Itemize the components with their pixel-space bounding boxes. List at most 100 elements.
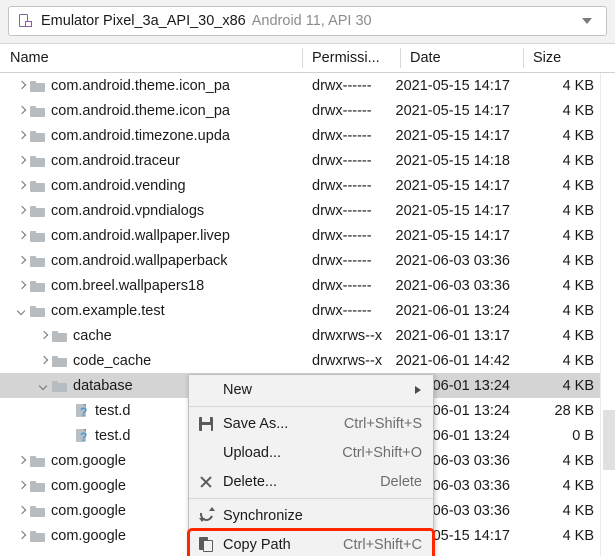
device-selector-combobox[interactable]: Emulator Pixel_3a_API_30_x86 Android 11,… [8,6,607,36]
cell-date: 2021-05-15 14:17 [395,102,511,119]
device-file-explorer-window: Emulator Pixel_3a_API_30_x86 Android 11,… [0,0,615,556]
cell-size: 4 KB [562,502,594,519]
folder-icon [52,328,68,344]
menu-item-save-as[interactable]: Save As... Ctrl+Shift+S [189,409,433,438]
column-header-permissions[interactable]: Permissi... [302,44,400,72]
folder-icon [30,103,46,119]
cell-name: com.breel.wallpapers18 [0,273,302,298]
chevron-right-icon[interactable] [14,453,30,469]
menu-item-copy-path[interactable]: Copy Path Ctrl+Shift+C [187,528,435,556]
chevron-right-icon[interactable] [14,128,30,144]
folder-icon [30,528,46,544]
cell-date: 2021-05-15 14:18 [395,152,511,169]
file-name-label: com.android.timezone.upda [51,127,230,144]
chevron-right-icon[interactable] [14,278,30,294]
file-name-label: com.android.traceur [51,152,180,169]
unknown-file-icon: ? [74,428,90,444]
cell-size: 4 KB [562,452,594,469]
scrollbar-thumb[interactable] [603,410,615,470]
menu-item-label: Synchronize [223,507,303,524]
chevron-right-icon[interactable] [14,503,30,519]
cell-name: com.android.theme.icon_pa [0,73,302,98]
cell-date: 2021-06-01 14:42 [395,352,511,369]
vertical-scrollbar[interactable] [600,73,615,556]
file-name-label: com.google [51,502,126,519]
submenu-arrow-icon[interactable] [415,385,421,394]
chevron-right-icon[interactable] [36,328,52,344]
save-icon [197,415,217,433]
table-row[interactable]: com.android.vending drwx------ 2021-05-15 … [0,173,615,198]
chevron-right-icon[interactable] [14,228,30,244]
column-header-size[interactable]: Size [523,44,607,72]
cell-name: com.android.vending [0,173,302,198]
file-name-label: test.d [95,402,131,419]
chevron-down-icon[interactable] [36,378,52,394]
cell-size: 4 KB [562,202,594,219]
column-header-date[interactable]: Date [400,44,523,72]
chevron-right-icon[interactable] [14,178,30,194]
table-row[interactable]: com.android.theme.icon_pa drwx------ 2021-… [0,73,615,98]
table-row[interactable]: com.android.timezone.upda drwx------ 2021-… [0,123,615,148]
cell-size: 4 KB [562,77,594,94]
file-name-label: com.google [51,452,126,469]
cell-size: 4 KB [562,127,594,144]
menu-item-upload[interactable]: Upload... Ctrl+Shift+O [189,438,433,467]
table-row[interactable]: com.android.wallpaperback drwx------ 2021-… [0,248,615,273]
folder-icon [52,378,68,394]
cell-name: cache [0,323,302,348]
file-name-label: com.google [51,527,126,544]
chevron-right-icon[interactable] [36,353,52,369]
menu-item-new[interactable]: New [189,375,433,404]
close-icon [197,473,217,491]
chevron-right-icon[interactable] [14,153,30,169]
chevron-right-icon[interactable] [14,203,30,219]
table-row[interactable]: com.android.vpndialogs drwx------ 2021-05-… [0,198,615,223]
chevron-down-icon[interactable] [582,18,592,24]
menu-item-synchronize[interactable]: Synchronize [189,501,433,530]
cell-permissions: drwx------ [312,77,372,94]
cell-name: com.android.vpndialogs [0,198,302,223]
chevron-right-icon[interactable] [14,528,30,544]
menu-item-label: New [223,381,253,398]
table-row[interactable]: com.breel.wallpapers18 drwx------ 2021-06-… [0,273,615,298]
table-row[interactable]: code_cache drwxrws--x 2021-06-01 14:42 4 KB [0,348,615,373]
table-row[interactable]: com.android.theme.icon_pa drwx------ 2021-… [0,98,615,123]
cell-size: 4 KB [562,477,594,494]
cell-permissions: drwxrws--x [312,327,383,344]
cell-size: 4 KB [562,302,594,319]
table-row[interactable]: cache drwxrws--x 2021-06-01 13:17 4 KB [0,323,615,348]
folder-icon [30,478,46,494]
chevron-down-icon[interactable] [14,303,30,319]
menu-item-label: Copy Path [223,536,291,553]
unknown-file-icon: ? [74,403,90,419]
file-name-label: test.d [95,427,131,444]
chevron-right-icon[interactable] [14,103,30,119]
cell-size: 4 KB [562,252,594,269]
cell-date: 2021-05-15 14:17 [395,227,511,244]
cell-name: code_cache [0,348,302,373]
chevron-right-icon[interactable] [14,478,30,494]
cell-size: 4 KB [562,152,594,169]
cell-permissions: drwx------ [312,277,372,294]
table-row[interactable]: com.example.test drwx------ 2021-06-01 13:… [0,298,615,323]
cell-name: com.android.wallpaperback [0,248,302,273]
menu-item-label: Delete... [223,473,277,490]
column-divider[interactable] [302,48,303,68]
chevron-right-icon[interactable] [14,253,30,269]
menu-icon-placeholder [197,444,217,462]
cell-name: com.android.traceur [0,148,302,173]
file-name-label: com.android.vpndialogs [51,202,205,219]
folder-icon [30,178,46,194]
column-header-name[interactable]: Name [0,44,302,72]
column-divider[interactable] [523,48,524,68]
cell-size: 4 KB [562,177,594,194]
table-row[interactable]: com.android.traceur drwx------ 2021-05-15 … [0,148,615,173]
cell-date: 2021-05-15 14:17 [395,77,511,94]
cell-permissions: drwx------ [312,127,372,144]
column-divider[interactable] [400,48,401,68]
menu-item-delete[interactable]: Delete... Delete [189,467,433,496]
chevron-right-icon[interactable] [14,78,30,94]
cell-size: 0 B [572,427,594,444]
twisty-placeholder [58,403,74,419]
table-row[interactable]: com.android.wallpaper.livep drwx------ 202… [0,223,615,248]
